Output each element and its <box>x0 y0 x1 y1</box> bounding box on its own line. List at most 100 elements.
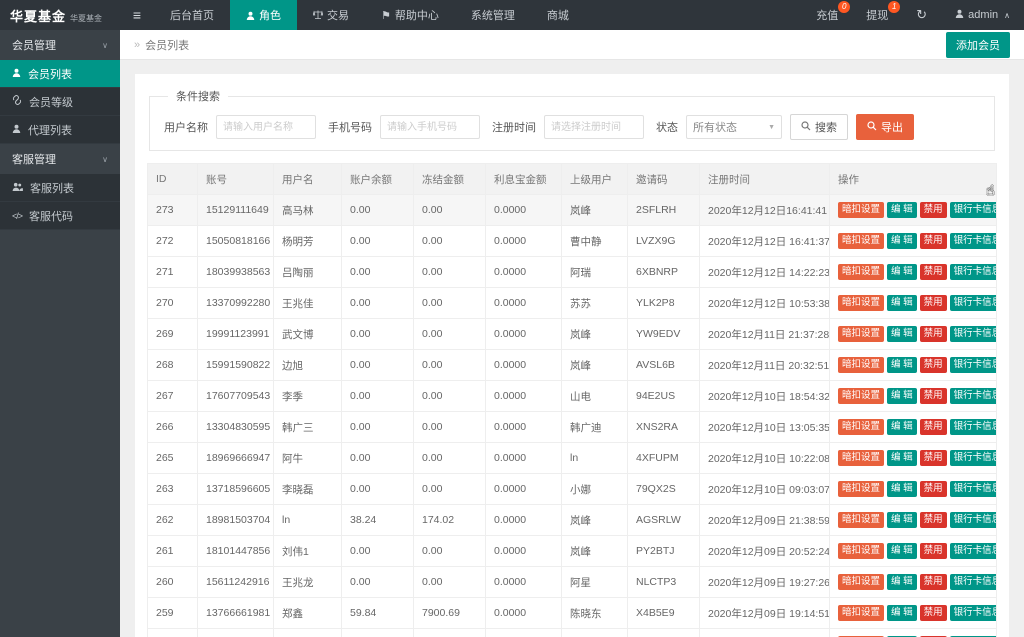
edit-button[interactable]: 编 辑 <box>887 357 917 373</box>
chevron-down-icon: ∨ <box>102 154 108 164</box>
edit-button[interactable]: 编 辑 <box>887 295 917 311</box>
disable-button[interactable]: 禁用 <box>919 233 947 249</box>
disable-button[interactable]: 禁用 <box>919 264 947 280</box>
menu-toggle-icon[interactable]: ≡ <box>120 7 154 23</box>
cell-username: 阿牛 <box>273 442 342 474</box>
disable-button[interactable]: 禁用 <box>919 295 947 311</box>
bank-card-info-button[interactable]: 银行卡信息 <box>949 419 996 435</box>
bank-card-info-button[interactable]: 银行卡信息 <box>949 388 996 404</box>
bank-card-info-button[interactable]: 银行卡信息 <box>949 357 996 373</box>
hidden-deduct-settings-button[interactable]: 暗扣设置 <box>838 233 885 249</box>
sidebar-item-label: 会员列表 <box>28 68 72 81</box>
hidden-deduct-settings-button[interactable]: 暗扣设置 <box>838 605 885 621</box>
edit-button[interactable]: 编 辑 <box>887 233 917 249</box>
disable-button[interactable]: 禁用 <box>919 450 947 466</box>
hidden-deduct-settings-button[interactable]: 暗扣设置 <box>838 543 885 559</box>
disable-button[interactable]: 禁用 <box>919 202 947 218</box>
bank-card-info-button[interactable]: 银行卡信息 <box>949 512 996 528</box>
regtime-input[interactable] <box>544 115 644 139</box>
nav-item-help-center[interactable]: ⚑ 帮助中心 <box>365 0 455 30</box>
bank-card-info-button[interactable]: 银行卡信息 <box>949 450 996 466</box>
bank-card-info-button[interactable]: 银行卡信息 <box>949 233 996 249</box>
hidden-deduct-settings-button[interactable]: 暗扣设置 <box>838 357 885 373</box>
bank-card-info-button[interactable]: 银行卡信息 <box>949 574 996 590</box>
bank-card-info-button[interactable]: 银行卡信息 <box>949 326 996 342</box>
hidden-deduct-settings-button[interactable]: 暗扣设置 <box>838 295 885 311</box>
cell-superior: 韩广迪 <box>561 411 628 443</box>
bank-card-info-button[interactable]: 银行卡信息 <box>949 543 996 559</box>
cell-id: 262 <box>147 504 198 536</box>
edit-button[interactable]: 编 辑 <box>887 605 917 621</box>
nav-item-role[interactable]: 角色 <box>230 0 297 30</box>
disable-button[interactable]: 禁用 <box>919 326 947 342</box>
add-member-button[interactable]: 添加会员 <box>946 31 1010 58</box>
edit-button[interactable]: 编 辑 <box>887 512 917 528</box>
cell-username: 蓝蓝 <box>273 628 342 637</box>
disable-button[interactable]: 禁用 <box>919 357 947 373</box>
admin-menu[interactable]: admin ∧ <box>941 0 1024 30</box>
status-select[interactable]: 所有状态 ▼ <box>686 115 782 139</box>
nav-item-mall[interactable]: 商城 <box>531 0 585 30</box>
cell-actions: 暗扣设置编 辑禁用银行卡信息… <box>829 256 997 288</box>
edit-button[interactable]: 编 辑 <box>887 326 917 342</box>
disable-button[interactable]: 禁用 <box>919 512 947 528</box>
hidden-deduct-settings-button[interactable]: 暗扣设置 <box>838 450 885 466</box>
disable-button[interactable]: 禁用 <box>919 419 947 435</box>
disable-button[interactable]: 禁用 <box>919 574 947 590</box>
export-button[interactable]: 导出 <box>856 114 914 140</box>
sidebar-group-member-management[interactable]: 会员管理 ∨ <box>0 30 120 60</box>
sidebar-item-service-code[interactable]: </> 客服代码 <box>0 202 120 230</box>
phone-input[interactable] <box>380 115 480 139</box>
disable-button[interactable]: 禁用 <box>919 543 947 559</box>
cell-superior: 岚峰 <box>561 349 628 381</box>
withdraw-link[interactable]: 提现 1 <box>852 0 902 30</box>
bank-card-info-button[interactable]: 银行卡信息 <box>949 295 996 311</box>
hidden-deduct-settings-button[interactable]: 暗扣设置 <box>838 264 885 280</box>
cell-invite-code: XNS2RA <box>627 411 700 443</box>
sidebar-item-agent-list[interactable]: 代理列表 <box>0 116 120 144</box>
disable-button[interactable]: 禁用 <box>919 481 947 497</box>
bank-card-info-button[interactable]: 银行卡信息 <box>949 481 996 497</box>
hidden-deduct-settings-button[interactable]: 暗扣设置 <box>838 202 885 218</box>
cell-superior: 岚峰 <box>561 194 628 226</box>
edit-button[interactable]: 编 辑 <box>887 481 917 497</box>
sidebar-item-member-level[interactable]: 会员等级 <box>0 88 120 116</box>
bank-card-info-button[interactable]: 银行卡信息 <box>949 264 996 280</box>
username-input[interactable] <box>216 115 316 139</box>
sidebar-item-member-list[interactable]: 会员列表 <box>0 60 120 88</box>
search-icon <box>867 120 877 134</box>
edit-button[interactable]: 编 辑 <box>887 450 917 466</box>
cell-username: 高马林 <box>273 194 342 226</box>
refresh-icon[interactable]: ↻ <box>902 0 941 30</box>
top-bar: 华夏基金 华夏基金 ≡ 后台首页 角色 交易 ⚑ 帮助中心 系统管理 商城 充值… <box>0 0 1024 30</box>
cell-register-time: 2020年12月12日 10:53:38 <box>699 287 830 319</box>
hidden-deduct-settings-button[interactable]: 暗扣设置 <box>838 326 885 342</box>
bank-card-info-button[interactable]: 银行卡信息 <box>949 202 996 218</box>
hidden-deduct-settings-button[interactable]: 暗扣设置 <box>838 481 885 497</box>
hidden-deduct-settings-button[interactable]: 暗扣设置 <box>838 388 885 404</box>
edit-button[interactable]: 编 辑 <box>887 202 917 218</box>
sidebar-item-service-list[interactable]: 客服列表 <box>0 174 120 202</box>
nav-item-trade[interactable]: 交易 <box>297 0 365 30</box>
bank-card-info-button[interactable]: 银行卡信息 <box>949 605 996 621</box>
cell-balance: 0.00 <box>341 225 414 257</box>
search-button[interactable]: 搜索 <box>790 114 848 140</box>
nav-item-home[interactable]: 后台首页 <box>154 0 230 30</box>
nav-label: 角色 <box>259 10 281 22</box>
content-card: 条件搜索 用户名称 手机号码 注册时间 状态 所有状态 ▼ <box>135 74 1009 637</box>
edit-button[interactable]: 编 辑 <box>887 419 917 435</box>
cell-register-time: 2020年12月12日16:41:41 <box>699 194 830 226</box>
disable-button[interactable]: 禁用 <box>919 388 947 404</box>
sidebar-group-service-management[interactable]: 客服管理 ∨ <box>0 144 120 174</box>
hidden-deduct-settings-button[interactable]: 暗扣设置 <box>838 574 885 590</box>
nav-item-system-management[interactable]: 系统管理 <box>455 0 531 30</box>
edit-button[interactable]: 编 辑 <box>887 574 917 590</box>
edit-button[interactable]: 编 辑 <box>887 264 917 280</box>
disable-button[interactable]: 禁用 <box>919 605 947 621</box>
hidden-deduct-settings-button[interactable]: 暗扣设置 <box>838 512 885 528</box>
cell-superior: 岚峰 <box>561 535 628 567</box>
recharge-link[interactable]: 充值 0 <box>802 0 852 30</box>
edit-button[interactable]: 编 辑 <box>887 388 917 404</box>
edit-button[interactable]: 编 辑 <box>887 543 917 559</box>
hidden-deduct-settings-button[interactable]: 暗扣设置 <box>838 419 885 435</box>
